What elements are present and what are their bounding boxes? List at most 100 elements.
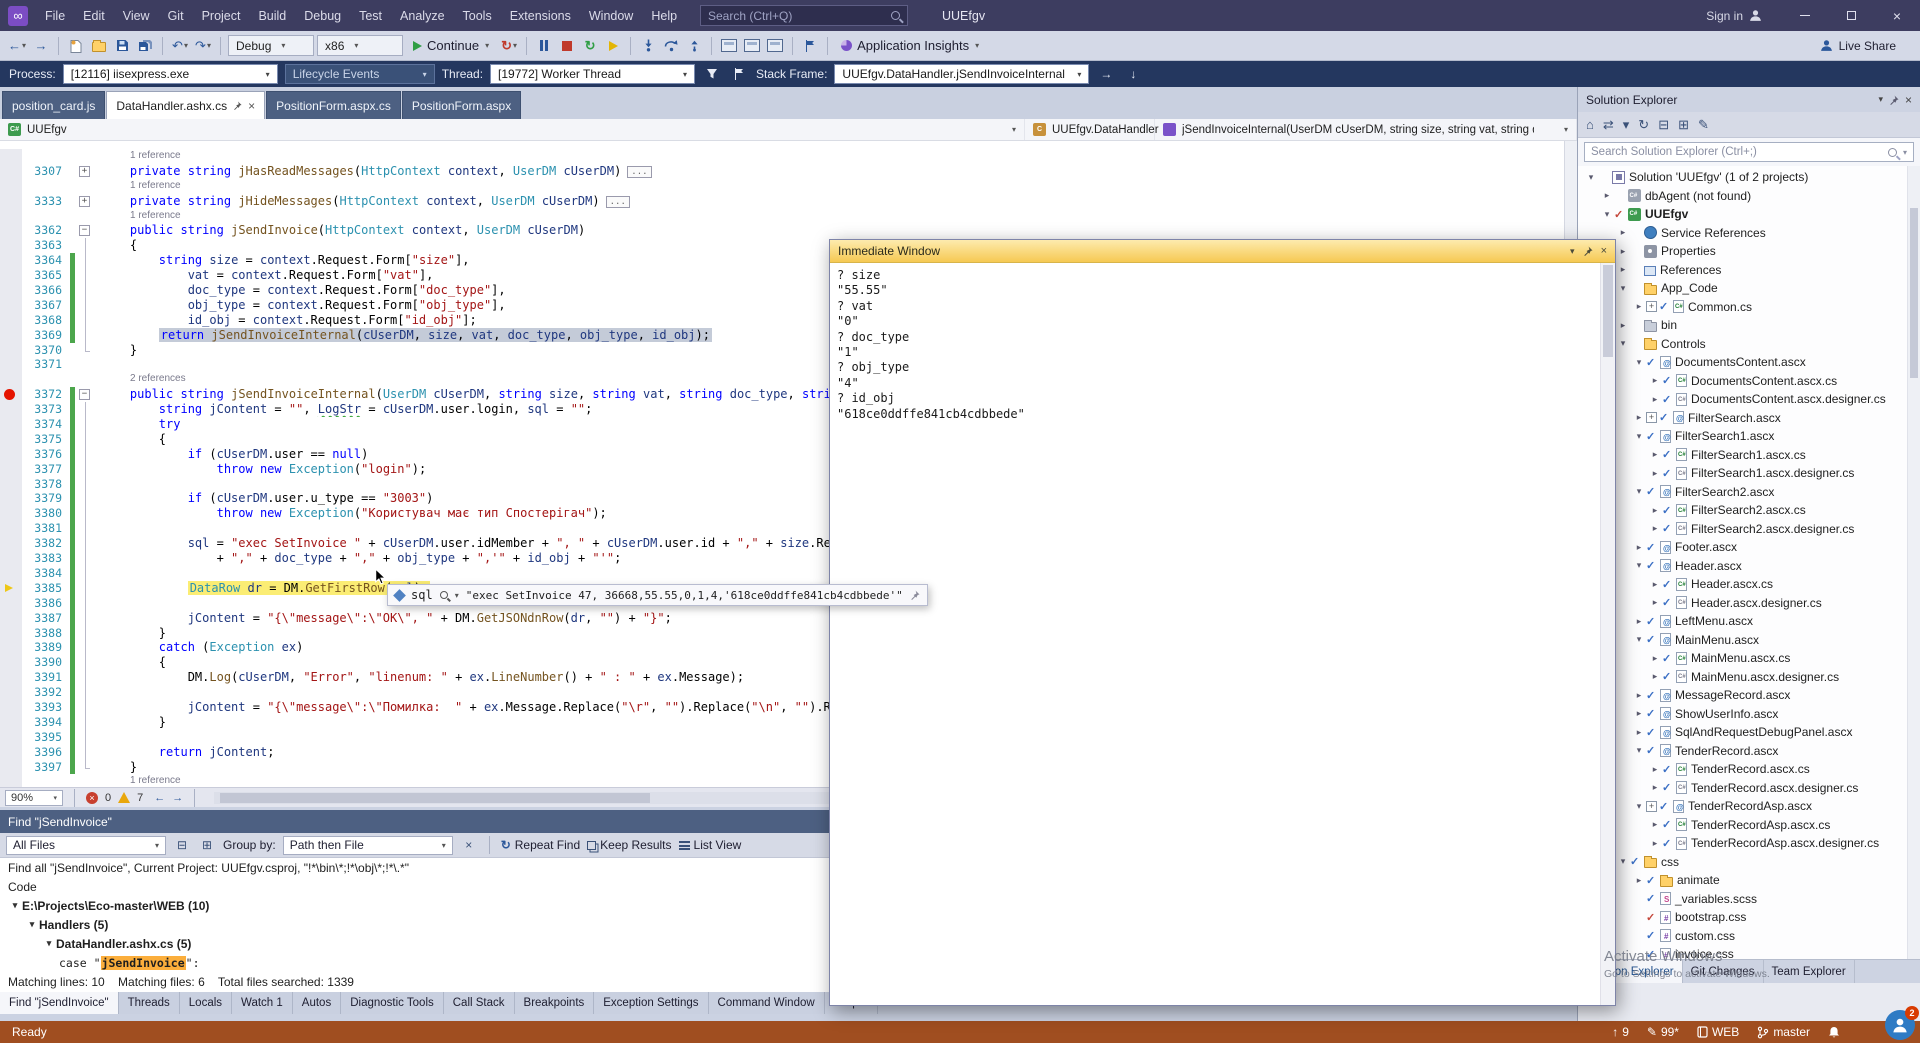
tool-window-tab[interactable]: Exception Settings bbox=[594, 992, 709, 1014]
menu-item-extensions[interactable]: Extensions bbox=[501, 0, 580, 31]
error-icon[interactable]: × bbox=[86, 791, 98, 804]
expander-icon[interactable]: ▸ bbox=[1648, 375, 1662, 386]
expander-icon[interactable]: ▾ bbox=[1632, 560, 1646, 571]
project-dropdown[interactable]: C# UUEfgv ▾ bbox=[0, 119, 1025, 140]
outline-margin[interactable]: − bbox=[75, 387, 97, 402]
expander-icon[interactable]: ▾ bbox=[1584, 172, 1598, 183]
editor-glyph-margin[interactable] bbox=[0, 208, 22, 224]
tree-item[interactable]: ▸✓ MainMenu.ascx.cs bbox=[1578, 649, 1920, 668]
expander-icon[interactable]: ▸ bbox=[1648, 394, 1662, 405]
expander-icon[interactable]: ▸ bbox=[1616, 320, 1630, 331]
tool-window-tab[interactable]: Call Stack bbox=[444, 992, 515, 1014]
immediate-window-title-bar[interactable]: Immediate Window ▾ × bbox=[830, 240, 1615, 263]
tree-item[interactable]: ▸✓ TenderRecordAsp.ascx.designer.cs bbox=[1578, 834, 1920, 853]
editor-glyph-margin[interactable] bbox=[0, 729, 22, 745]
editor-glyph-margin[interactable] bbox=[0, 357, 22, 373]
tree-item[interactable]: ✓ bootstrap.css bbox=[1578, 908, 1920, 927]
editor-glyph-margin[interactable] bbox=[0, 253, 22, 269]
outline-margin[interactable] bbox=[75, 268, 97, 283]
editor-glyph-margin[interactable] bbox=[0, 268, 22, 284]
tree-item[interactable]: ✓ invoice.css bbox=[1578, 945, 1920, 959]
refresh-button[interactable]: ↻ bbox=[1638, 117, 1649, 133]
outline-margin[interactable] bbox=[75, 565, 97, 581]
outline-margin[interactable] bbox=[75, 461, 97, 477]
expander-icon[interactable]: ▾ bbox=[1616, 338, 1630, 349]
outline-margin[interactable] bbox=[75, 312, 97, 328]
expand-all-button[interactable]: ⊞ bbox=[198, 836, 216, 855]
lifecycle-events-select[interactable]: Lifecycle Events ▾ bbox=[284, 64, 435, 84]
outline-margin[interactable] bbox=[75, 759, 97, 775]
tree-item[interactable]: ▸✓ Footer.ascx bbox=[1578, 538, 1920, 557]
menu-item-view[interactable]: View bbox=[114, 0, 159, 31]
menu-item-file[interactable]: File bbox=[36, 0, 74, 31]
type-dropdown[interactable]: C UUEfgv.DataHandler ▾ bbox=[1025, 119, 1169, 140]
expander-icon[interactable]: ▸ bbox=[1600, 190, 1614, 201]
tree-item[interactable]: ▸✓ SqlAndRequestDebugPanel.ascx bbox=[1578, 723, 1920, 742]
expander-icon[interactable]: ▸ bbox=[1632, 301, 1646, 312]
expander-icon[interactable]: ▸ bbox=[1632, 690, 1646, 701]
editor-glyph-margin[interactable] bbox=[0, 506, 22, 522]
tree-item[interactable]: ▸ Service References bbox=[1578, 224, 1920, 243]
tool-window-tab[interactable]: Watch 1 bbox=[232, 992, 293, 1014]
menu-item-test[interactable]: Test bbox=[350, 0, 391, 31]
tree-item[interactable]: ▸✓ TenderRecordAsp.ascx.cs bbox=[1578, 816, 1920, 835]
outline-margin[interactable] bbox=[75, 506, 97, 522]
save-button[interactable] bbox=[112, 35, 132, 57]
hot-reload-button[interactable]: ↻ ▾ bbox=[499, 35, 519, 57]
menu-item-help[interactable]: Help bbox=[642, 0, 686, 31]
outline-margin[interactable] bbox=[75, 283, 97, 298]
immediate-line[interactable]: "4" bbox=[837, 376, 1593, 391]
editor-glyph-margin[interactable] bbox=[0, 714, 22, 730]
expander-icon[interactable]: ▸ bbox=[1632, 412, 1646, 423]
tool-window-tab[interactable]: Breakpoints bbox=[515, 992, 595, 1014]
toolbar-misc-button-1[interactable] bbox=[719, 35, 739, 57]
editor-glyph-margin[interactable] bbox=[0, 417, 22, 432]
outline-margin[interactable] bbox=[75, 402, 97, 417]
chevron-down-icon[interactable]: ▾ bbox=[455, 591, 459, 600]
quick-search-input[interactable]: Search (Ctrl+Q) bbox=[700, 5, 908, 26]
thread-select[interactable]: [19772] Worker Thread ▾ bbox=[490, 64, 696, 84]
tree-item[interactable]: ▾✓ FilterSearch1.ascx bbox=[1578, 427, 1920, 446]
expander-icon[interactable] bbox=[1632, 931, 1646, 941]
stop-debugging-button[interactable] bbox=[557, 35, 577, 57]
tree-item[interactable]: ▾✓ Header.ascx bbox=[1578, 557, 1920, 576]
tree-item[interactable]: ▾ Controls bbox=[1578, 335, 1920, 354]
outline-margin[interactable] bbox=[75, 610, 97, 626]
outline-margin[interactable]: + bbox=[75, 194, 97, 209]
tool-window-tab[interactable]: Threads bbox=[119, 992, 180, 1014]
show-all-files-button[interactable]: ⊞ bbox=[1678, 117, 1689, 133]
outline-margin[interactable] bbox=[75, 327, 97, 343]
expander-icon[interactable]: ▸ bbox=[1616, 246, 1630, 257]
solution-explorer-title-bar[interactable]: Solution Explorer ▾ × bbox=[1578, 87, 1920, 112]
outline-toggle-icon[interactable]: − bbox=[79, 389, 90, 401]
outline-margin[interactable] bbox=[75, 536, 97, 551]
menu-item-window[interactable]: Window bbox=[580, 0, 642, 31]
outline-margin[interactable] bbox=[75, 551, 97, 566]
expander-icon[interactable]: ▸ bbox=[1632, 616, 1646, 627]
expander-icon[interactable]: ▸ bbox=[1648, 505, 1662, 516]
sign-in-button[interactable]: Sign in bbox=[1698, 0, 1770, 31]
tree-item[interactable]: ▾ ✓ css bbox=[1578, 853, 1920, 872]
editor-glyph-margin[interactable] bbox=[0, 446, 22, 462]
stack-frame-select[interactable]: UUEfgv.DataHandler.jSendInvoiceInternal ▾ bbox=[834, 64, 1090, 84]
outline-margin[interactable]: + bbox=[75, 164, 97, 179]
expander-icon[interactable]: ▸ bbox=[1632, 727, 1646, 738]
expander-icon[interactable]: ▸ bbox=[1648, 819, 1662, 830]
next-issue-button[interactable]: → bbox=[172, 792, 183, 804]
editor-glyph-margin[interactable] bbox=[0, 551, 22, 566]
expander-icon[interactable]: ▸ bbox=[1648, 597, 1662, 608]
show-next-statement-button[interactable] bbox=[603, 35, 623, 57]
expander-icon[interactable]: ▸ bbox=[1648, 468, 1662, 479]
editor-glyph-margin[interactable] bbox=[0, 402, 22, 418]
outline-margin[interactable] bbox=[75, 476, 97, 492]
expander-icon[interactable]: ▾ bbox=[1632, 486, 1646, 497]
immediate-window-scrollbar[interactable] bbox=[1600, 263, 1615, 1005]
tree-item[interactable]: ▸✓ MainMenu.ascx.designer.cs bbox=[1578, 668, 1920, 687]
clear-filter-button[interactable]: × bbox=[460, 836, 478, 855]
editor-glyph-margin[interactable] bbox=[0, 283, 22, 298]
immediate-window-content[interactable]: ? size "55.55"? vat "0"? doc_type "1"? obj_… bbox=[830, 263, 1600, 1005]
tree-item[interactable]: ▾ Solution 'UUEfgv' (1 of 2 projects) bbox=[1578, 168, 1920, 187]
outline-margin[interactable] bbox=[75, 521, 97, 537]
tree-item[interactable]: ▸ ✓ animate bbox=[1578, 871, 1920, 890]
editor-glyph-margin[interactable] bbox=[0, 580, 22, 596]
